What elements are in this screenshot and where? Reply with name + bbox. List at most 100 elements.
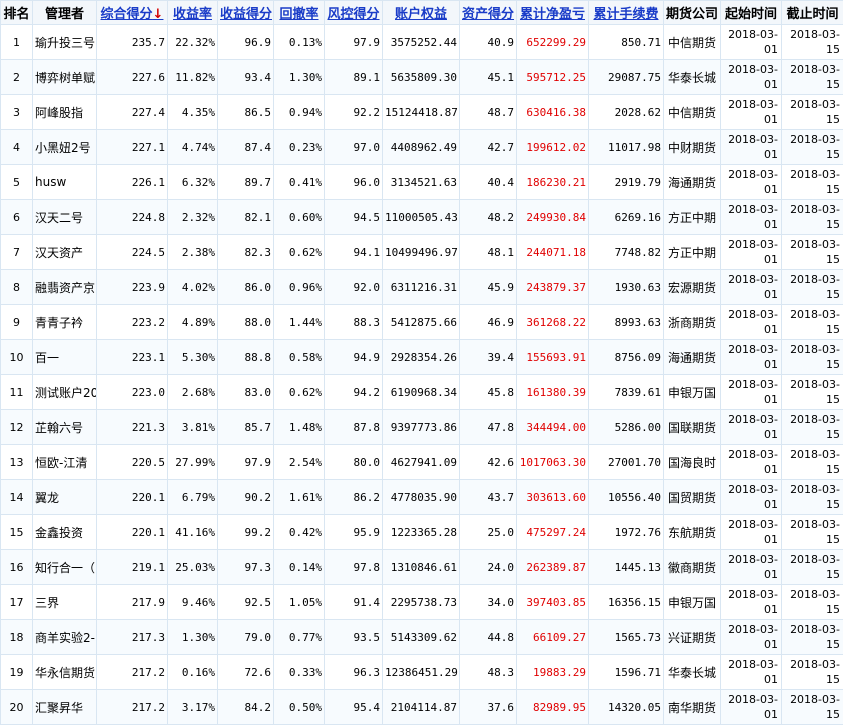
- drawdown-cell: 0.96%: [274, 270, 325, 305]
- start-date-cell: 2018-03-01: [721, 515, 782, 550]
- end-date-cell: 2018-03-15: [782, 130, 843, 165]
- score-cell: 223.0: [97, 375, 168, 410]
- manager-cell[interactable]: 知行合一（: [33, 550, 97, 585]
- drawdown-cell: 0.33%: [274, 655, 325, 690]
- manager-cell[interactable]: 汉天资产: [33, 235, 97, 270]
- start-date-cell: 2018-03-01: [721, 235, 782, 270]
- return-cell: 3.17%: [168, 690, 218, 725]
- score-cell: 220.1: [97, 480, 168, 515]
- manager-cell[interactable]: 小黑妞2号: [33, 130, 97, 165]
- drawdown-cell: 0.41%: [274, 165, 325, 200]
- equity-cell: 10499496.97: [383, 235, 460, 270]
- rank-cell: 3: [1, 95, 33, 130]
- manager-cell[interactable]: 华永信期货: [33, 655, 97, 690]
- rank-cell: 4: [1, 130, 33, 165]
- return-cell: 4.35%: [168, 95, 218, 130]
- pnl-cell: 652299.29: [517, 25, 589, 60]
- company-cell: 海通期货: [664, 165, 721, 200]
- asset-score-cell: 45.1: [460, 60, 517, 95]
- header-fee[interactable]: 累计手续费: [589, 1, 664, 25]
- manager-cell[interactable]: husw: [33, 165, 97, 200]
- fee-cell: 1445.13: [589, 550, 664, 585]
- risk-score-cell: 94.1: [325, 235, 383, 270]
- rank-cell: 2: [1, 60, 33, 95]
- company-cell: 方正中期: [664, 235, 721, 270]
- company-cell: 方正中期: [664, 200, 721, 235]
- manager-cell[interactable]: 金鑫投资: [33, 515, 97, 550]
- end-date-cell: 2018-03-15: [782, 550, 843, 585]
- return-score-cell: 97.9: [218, 445, 274, 480]
- return-cell: 22.32%: [168, 25, 218, 60]
- equity-cell: 12386451.29: [383, 655, 460, 690]
- asset-score-cell: 48.1: [460, 235, 517, 270]
- asset-score-cell: 47.8: [460, 410, 517, 445]
- manager-cell[interactable]: 测试账户20: [33, 375, 97, 410]
- manager-cell[interactable]: 青青子衿: [33, 305, 97, 340]
- return-cell: 41.16%: [168, 515, 218, 550]
- manager-cell[interactable]: 汇聚昇华: [33, 690, 97, 725]
- asset-score-cell: 42.7: [460, 130, 517, 165]
- end-date-cell: 2018-03-15: [782, 585, 843, 620]
- rank-cell: 12: [1, 410, 33, 445]
- company-cell: 中财期货: [664, 130, 721, 165]
- asset-score-cell: 25.0: [460, 515, 517, 550]
- return-cell: 6.79%: [168, 480, 218, 515]
- manager-cell[interactable]: 芷翰六号: [33, 410, 97, 445]
- rank-cell: 6: [1, 200, 33, 235]
- fee-cell: 1972.76: [589, 515, 664, 550]
- start-date-cell: 2018-03-01: [721, 130, 782, 165]
- pnl-cell: 66109.27: [517, 620, 589, 655]
- equity-cell: 3575252.44: [383, 25, 460, 60]
- end-date-cell: 2018-03-15: [782, 305, 843, 340]
- return-score-cell: 89.7: [218, 165, 274, 200]
- asset-score-cell: 42.6: [460, 445, 517, 480]
- rank-cell: 19: [1, 655, 33, 690]
- company-cell: 中信期货: [664, 95, 721, 130]
- header-rank: 排名: [1, 1, 33, 25]
- manager-cell[interactable]: 瑜升投三号: [33, 25, 97, 60]
- header-return[interactable]: 收益率: [168, 1, 218, 25]
- risk-score-cell: 97.8: [325, 550, 383, 585]
- header-asset-score[interactable]: 资产得分: [460, 1, 517, 25]
- end-date-cell: 2018-03-15: [782, 60, 843, 95]
- company-cell: 申银万国: [664, 375, 721, 410]
- header-score[interactable]: 综合得分↓: [97, 1, 168, 25]
- start-date-cell: 2018-03-01: [721, 655, 782, 690]
- score-cell: 220.1: [97, 515, 168, 550]
- manager-cell[interactable]: 恒欧-江清: [33, 445, 97, 480]
- drawdown-cell: 0.94%: [274, 95, 325, 130]
- rank-cell: 18: [1, 620, 33, 655]
- manager-cell[interactable]: 商羊实验2-: [33, 620, 97, 655]
- header-return-score[interactable]: 收益得分: [218, 1, 274, 25]
- manager-cell[interactable]: 翼龙: [33, 480, 97, 515]
- risk-score-cell: 92.0: [325, 270, 383, 305]
- header-score-label: 综合得分: [101, 7, 153, 22]
- end-date-cell: 2018-03-15: [782, 410, 843, 445]
- manager-cell[interactable]: 三界: [33, 585, 97, 620]
- header-end: 截止时间: [782, 1, 843, 25]
- manager-cell[interactable]: 阿峰股指: [33, 95, 97, 130]
- start-date-cell: 2018-03-01: [721, 620, 782, 655]
- return-cell: 11.82%: [168, 60, 218, 95]
- start-date-cell: 2018-03-01: [721, 165, 782, 200]
- asset-score-cell: 46.9: [460, 305, 517, 340]
- header-drawdown[interactable]: 回撤率: [274, 1, 325, 25]
- manager-cell[interactable]: 博弈树单赋: [33, 60, 97, 95]
- equity-cell: 6311216.31: [383, 270, 460, 305]
- table-row: 5husw226.16.32%89.70.41%96.03134521.6340…: [1, 165, 843, 200]
- return-cell: 1.30%: [168, 620, 218, 655]
- manager-cell[interactable]: 百一: [33, 340, 97, 375]
- start-date-cell: 2018-03-01: [721, 270, 782, 305]
- header-pnl[interactable]: 累计净盈亏: [517, 1, 589, 25]
- return-cell: 2.68%: [168, 375, 218, 410]
- table-row: 13恒欧-江清220.527.99%97.92.54%80.04627941.0…: [1, 445, 843, 480]
- risk-score-cell: 87.8: [325, 410, 383, 445]
- risk-score-cell: 97.9: [325, 25, 383, 60]
- header-risk-score[interactable]: 风控得分: [325, 1, 383, 25]
- return-cell: 0.16%: [168, 655, 218, 690]
- manager-cell[interactable]: 融翡资产京: [33, 270, 97, 305]
- pnl-cell: 475297.24: [517, 515, 589, 550]
- manager-cell[interactable]: 汉天二号: [33, 200, 97, 235]
- return-score-cell: 84.2: [218, 690, 274, 725]
- header-equity[interactable]: 账户权益: [383, 1, 460, 25]
